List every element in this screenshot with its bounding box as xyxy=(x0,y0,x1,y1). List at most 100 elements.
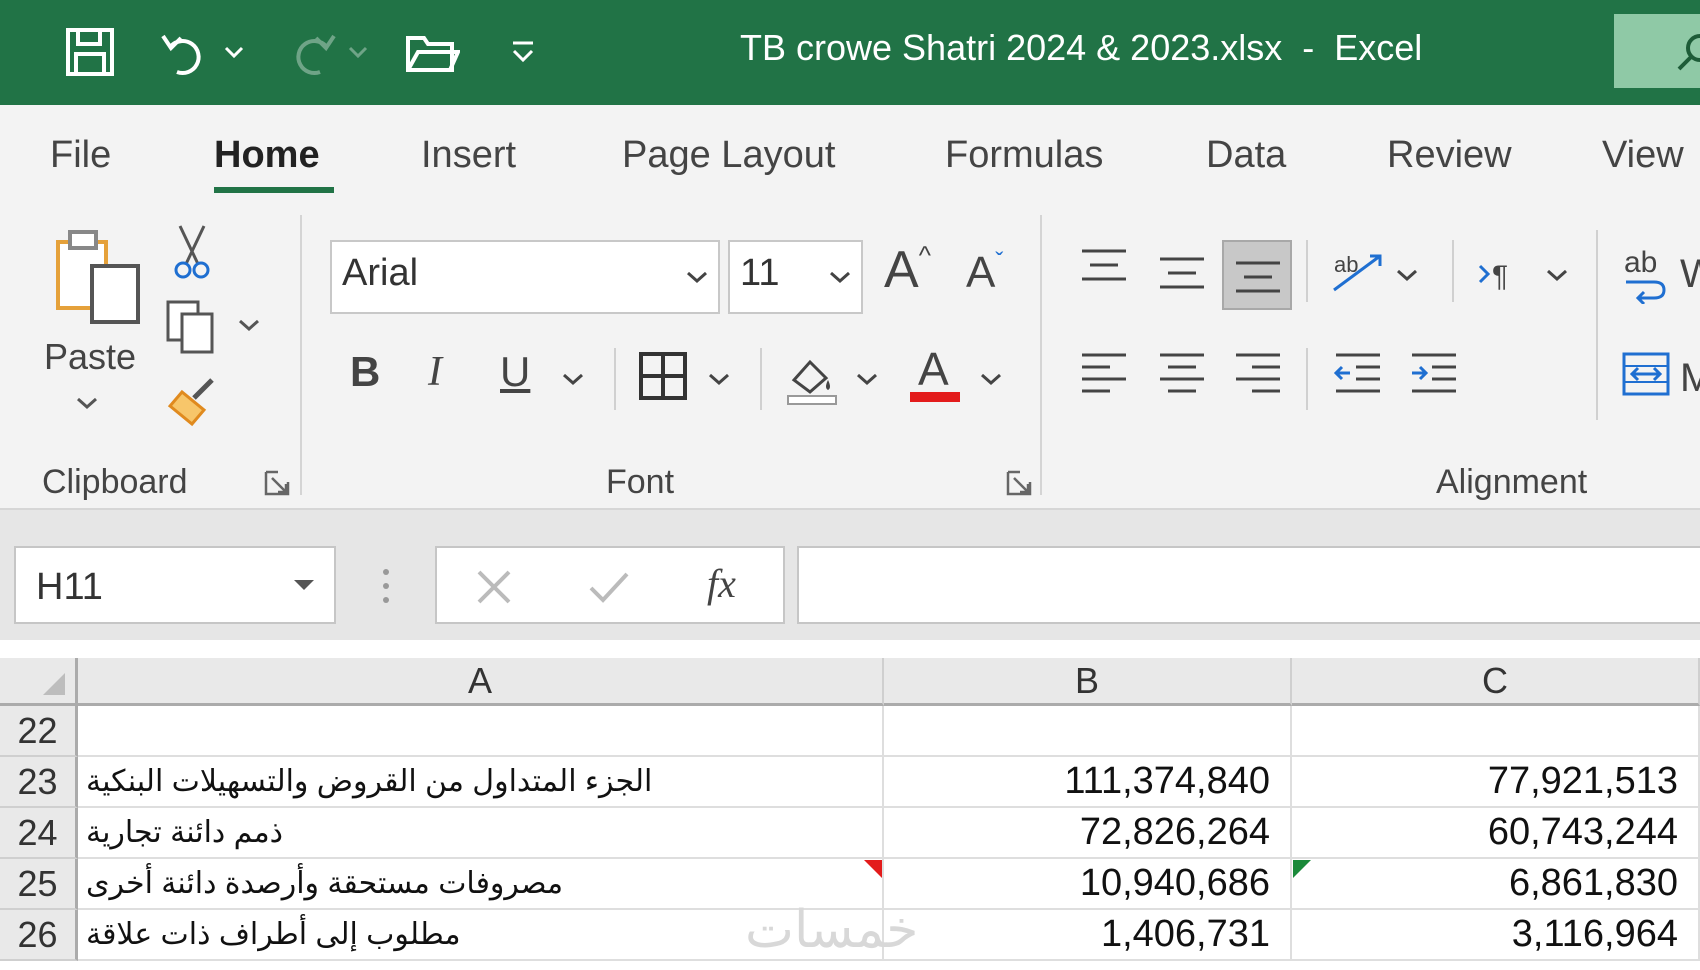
italic-button[interactable]: I xyxy=(428,348,442,396)
tab-data[interactable]: Data xyxy=(1206,130,1286,180)
font-size-combo[interactable]: 11 xyxy=(728,240,863,314)
cell-c25[interactable]: 6,861,830 xyxy=(1292,859,1700,910)
ribbon-separator xyxy=(1040,215,1042,495)
tab-review[interactable]: Review xyxy=(1387,130,1512,180)
tab-page-layout[interactable]: Page Layout xyxy=(622,130,835,180)
column-header-c[interactable]: C xyxy=(1292,658,1700,706)
font-dialog-launcher-icon[interactable] xyxy=(1006,470,1032,496)
row-header[interactable]: 24 xyxy=(0,808,78,859)
error-indicator[interactable] xyxy=(1293,860,1311,878)
copy-icon[interactable] xyxy=(164,298,220,359)
redo-icon[interactable] xyxy=(282,22,342,82)
open-folder-icon[interactable] xyxy=(402,22,462,82)
increase-font-size-button[interactable]: A^ xyxy=(884,240,931,300)
cut-icon[interactable] xyxy=(172,224,212,285)
tab-home[interactable]: Home xyxy=(214,130,320,180)
fill-color-dropdown-icon[interactable] xyxy=(856,372,878,391)
decrease-indent-icon[interactable] xyxy=(1333,352,1382,401)
paste-label[interactable]: Paste xyxy=(44,336,136,378)
cell-c23[interactable]: 77,921,513 xyxy=(1292,757,1700,808)
paste-icon[interactable] xyxy=(52,226,142,331)
font-color-dropdown-icon[interactable] xyxy=(980,372,1002,391)
format-painter-icon[interactable] xyxy=(164,374,220,433)
merge-center-label[interactable]: M xyxy=(1680,356,1700,401)
font-color-swatch xyxy=(910,392,960,402)
name-box[interactable]: H11 xyxy=(14,546,336,624)
cell-b23[interactable]: 111,374,840 xyxy=(884,757,1292,808)
tab-formulas[interactable]: Formulas xyxy=(945,130,1103,180)
formula-buttons: fx xyxy=(435,546,785,624)
row-header[interactable]: 25 xyxy=(0,859,78,910)
merge-center-icon[interactable] xyxy=(1622,352,1670,401)
top-align-icon[interactable] xyxy=(1080,248,1128,289)
cell-c22[interactable] xyxy=(1292,706,1700,757)
tab-view[interactable]: View xyxy=(1602,130,1684,180)
search-box[interactable] xyxy=(1614,14,1700,88)
copy-dropdown-icon[interactable] xyxy=(238,318,260,337)
middle-align-icon[interactable] xyxy=(1158,256,1206,297)
increase-indent-icon[interactable] xyxy=(1410,352,1458,401)
formula-input[interactable] xyxy=(797,546,1700,624)
align-left-icon[interactable] xyxy=(1080,352,1128,401)
clipboard-group-label: Clipboard xyxy=(42,463,188,501)
column-header-a[interactable]: A xyxy=(78,658,884,706)
cell-a23[interactable]: الجزء المتداول من القروض والتسهيلات البن… xyxy=(78,757,884,808)
cell-b22[interactable] xyxy=(884,706,1292,757)
bold-button[interactable]: B xyxy=(350,348,380,396)
customize-qat-icon[interactable] xyxy=(508,22,538,82)
column-header-b[interactable]: B xyxy=(884,658,1292,706)
row-header[interactable]: 23 xyxy=(0,757,78,808)
ribbon-separator xyxy=(1596,230,1598,420)
wrap-text-label[interactable]: W xyxy=(1680,252,1700,297)
font-family-value: Arial xyxy=(342,252,419,294)
bottom-align-icon xyxy=(1236,261,1280,293)
row-header[interactable]: 22 xyxy=(0,706,78,757)
align-right-icon[interactable] xyxy=(1234,352,1282,401)
cancel-icon[interactable] xyxy=(475,568,513,606)
bottom-align-button[interactable] xyxy=(1222,240,1292,310)
paste-dropdown-icon[interactable] xyxy=(76,396,98,415)
ribbon-separator xyxy=(760,348,762,410)
font-group-label: Font xyxy=(606,463,675,501)
fill-color-icon[interactable] xyxy=(784,350,840,411)
cell-b25[interactable]: 10,940,686 xyxy=(884,859,1292,910)
cell-c24[interactable]: 60,743,244 xyxy=(1292,808,1700,859)
select-all-corner[interactable] xyxy=(0,658,78,706)
undo-icon[interactable] xyxy=(155,22,215,82)
tab-file[interactable]: File xyxy=(50,130,111,180)
underline-dropdown-icon[interactable] xyxy=(562,372,584,391)
undo-dropdown-icon[interactable] xyxy=(222,22,246,82)
chevron-down-icon xyxy=(830,271,850,284)
tab-insert[interactable]: Insert xyxy=(421,130,516,180)
orientation-icon[interactable]: ab xyxy=(1330,246,1386,301)
align-center-icon[interactable] xyxy=(1158,352,1206,401)
cell-b24[interactable]: 72,826,264 xyxy=(884,808,1292,859)
comment-indicator[interactable] xyxy=(864,860,882,878)
text-direction-dropdown-icon[interactable] xyxy=(1546,268,1568,287)
orientation-dropdown-icon[interactable] xyxy=(1396,268,1418,287)
row-header[interactable]: 26 xyxy=(0,910,78,961)
save-icon[interactable] xyxy=(60,22,120,82)
font-size-value: 11 xyxy=(740,252,780,294)
search-icon xyxy=(1677,34,1700,71)
font-family-combo[interactable]: Arial xyxy=(330,240,720,314)
redo-dropdown-icon[interactable] xyxy=(346,22,370,82)
chevron-down-icon xyxy=(294,580,314,590)
svg-text:ab: ab xyxy=(1334,252,1358,277)
clipboard-dialog-launcher-icon[interactable] xyxy=(264,470,290,496)
font-color-button[interactable]: A xyxy=(918,342,949,396)
cell-c26[interactable]: 3,116,964 xyxy=(1292,910,1700,961)
borders-dropdown-icon[interactable] xyxy=(708,372,730,391)
title-bar: TB crowe Shatri 2024 & 2023.xlsx - Excel xyxy=(0,0,1700,105)
formula-bar-grip-icon[interactable] xyxy=(382,568,390,609)
text-direction-icon[interactable]: ¶ xyxy=(1478,256,1524,297)
decrease-font-size-button[interactable]: Aˇ xyxy=(966,248,1003,298)
underline-button[interactable]: U xyxy=(500,348,530,396)
cell-a22[interactable] xyxy=(78,706,884,757)
borders-icon[interactable] xyxy=(638,351,688,406)
cell-a24[interactable]: ذمم دائنة تجارية xyxy=(78,808,884,859)
insert-function-icon[interactable]: fx xyxy=(707,560,736,607)
enter-icon[interactable] xyxy=(587,568,631,606)
cell-b26[interactable]: 1,406,731 xyxy=(884,910,1292,961)
watermark: خمسات xyxy=(745,900,919,960)
